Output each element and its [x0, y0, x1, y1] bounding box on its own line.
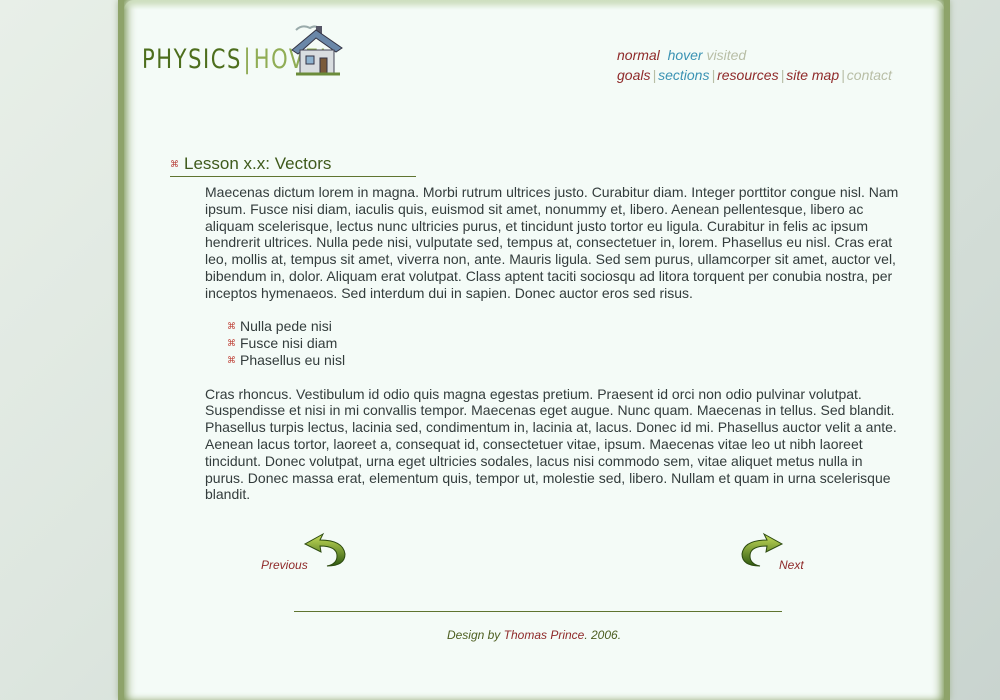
legend-visited: visited	[706, 47, 747, 63]
footer-suffix: . 2006.	[584, 628, 622, 642]
page-frame: PHYSICS|HOVEL normal hover visited goals…	[118, 0, 950, 700]
list-item: ⌘ Fusce nisi diam	[227, 335, 905, 352]
footer-author-link[interactable]: Thomas Prince	[504, 628, 585, 642]
lesson-heading: ⌘ Lesson x.x: Vectors	[170, 154, 416, 177]
next-label[interactable]: Next	[779, 558, 804, 572]
list-item-text: Fusce nisi diam	[240, 334, 338, 351]
logo-word-physics: PHYSICS	[142, 44, 242, 75]
footer-prefix: Design by	[446, 628, 504, 642]
top-navigation: normal hover visited goals | sections | reso…	[617, 45, 892, 85]
nav-link-resources[interactable]: resources	[717, 67, 778, 83]
link-state-legend: normal hover visited	[617, 45, 892, 65]
footer-divider	[294, 611, 782, 612]
bullet-list: ⌘ Nulla pede nisi ⌘ Fusce nisi diam ⌘ Phase…	[227, 318, 905, 369]
house-icon	[291, 25, 343, 76]
list-item: ⌘ Nulla pede nisi	[227, 318, 905, 335]
nav-links: goals | sections | resources | site map | contac…	[617, 65, 892, 85]
nav-link-site-map[interactable]: site map	[786, 67, 839, 83]
logo-separator: |	[243, 44, 253, 75]
legend-normal: normal	[617, 47, 660, 63]
previous-button[interactable]: Previous	[255, 530, 346, 575]
site-logo[interactable]: PHYSICS|HOVEL	[138, 24, 358, 86]
nav-link-contact[interactable]: contact	[847, 67, 892, 83]
footer-credit: Design by Thomas Prince. 2006.	[124, 628, 944, 642]
paragraph-2: Cras rhoncus. Vestibulum id odio quis ma…	[205, 385, 897, 503]
list-item-text: Phasellus eu nisl	[240, 351, 346, 368]
bullet-icon: ⌘	[227, 337, 236, 348]
list-item-text: Nulla pede nisi	[240, 317, 332, 334]
legend-hover: hover	[667, 47, 703, 63]
next-button[interactable]: Next	[738, 530, 828, 575]
nav-separator: |	[711, 67, 716, 83]
nav-separator: |	[841, 67, 845, 83]
bullet-icon: ⌘	[227, 320, 236, 331]
nav-link-sections[interactable]: sections	[658, 67, 709, 83]
paragraph-1: Maecenas dictum lorem in magna. Morbi ru…	[205, 184, 899, 301]
previous-label[interactable]: Previous	[261, 558, 308, 572]
list-item: ⌘ Phasellus eu nisl	[227, 352, 905, 369]
bullet-icon: ⌘	[170, 159, 179, 169]
bullet-icon: ⌘	[227, 354, 236, 365]
lesson-body: Maecenas dictum lorem in magna. Morbi ru…	[205, 184, 905, 503]
lesson-title-text: Lesson x.x: Vectors	[184, 154, 332, 173]
nav-link-goals[interactable]: goals	[617, 67, 650, 83]
nav-separator: |	[652, 67, 657, 83]
